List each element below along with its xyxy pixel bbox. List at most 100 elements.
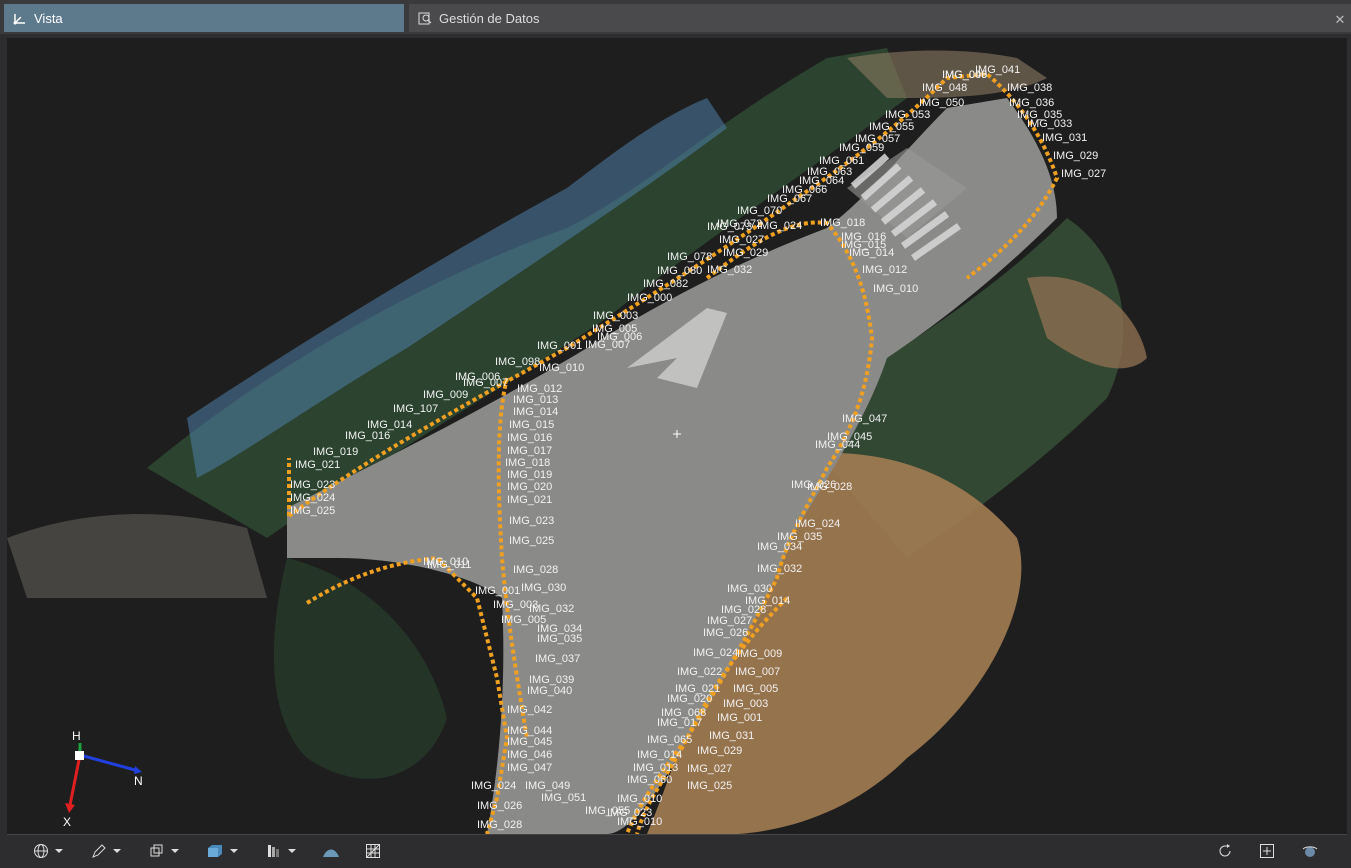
camera-image-label[interactable]: IMG_033 — [1027, 118, 1072, 130]
camera-image-label[interactable]: IMG_026 — [477, 800, 522, 812]
camera-image-label[interactable]: IMG_027 — [707, 615, 752, 627]
camera-image-label[interactable]: IMG_044 — [815, 439, 860, 451]
camera-image-label[interactable]: IMG_029 — [723, 247, 768, 259]
camera-image-label[interactable]: IMG_029 — [697, 745, 742, 757]
camera-image-label[interactable]: IMG_030 — [521, 582, 566, 594]
camera-image-label[interactable]: IMG_021 — [295, 459, 340, 471]
reset-rotation-button[interactable] — [1217, 841, 1233, 861]
camera-image-label[interactable]: IMG_020 — [507, 481, 552, 493]
camera-image-label[interactable]: IMG_028 — [513, 564, 558, 576]
tab-vista[interactable]: Vista — [4, 4, 404, 32]
camera-image-label[interactable]: IMG_047 — [507, 762, 552, 774]
camera-image-label[interactable]: IMG_031 — [709, 730, 754, 742]
camera-image-label[interactable]: IMG_025 — [687, 780, 732, 792]
camera-image-label[interactable]: IMG_048 — [922, 82, 967, 94]
camera-image-label[interactable]: IMG_009 — [423, 389, 468, 401]
zoom-extents-button[interactable] — [1259, 841, 1275, 861]
solid-view-button[interactable] — [206, 841, 238, 861]
camera-image-label[interactable]: IMG_073 — [707, 221, 752, 233]
camera-image-label[interactable]: IMG_007 — [463, 377, 508, 389]
camera-image-label[interactable]: IMG_021 — [507, 494, 552, 506]
camera-image-label[interactable]: IMG_040 — [527, 685, 572, 697]
camera-image-label[interactable]: IMG_013 — [633, 762, 678, 774]
camera-image-label[interactable]: IMG_019 — [313, 446, 358, 458]
camera-image-label[interactable]: IMG_023 — [290, 479, 335, 491]
camera-image-label[interactable]: IMG_013 — [513, 394, 558, 406]
camera-image-label[interactable]: IMG_016 — [345, 430, 390, 442]
camera-image-label[interactable]: IMG_050 — [919, 97, 964, 109]
camera-image-label[interactable]: IMG_045 — [507, 736, 552, 748]
camera-image-label[interactable]: IMG_018 — [820, 217, 865, 229]
camera-image-label[interactable]: IMG_015 — [509, 419, 554, 431]
camera-image-label[interactable]: IMG_047 — [842, 413, 887, 425]
camera-image-label[interactable]: IMG_036 — [1009, 97, 1054, 109]
camera-image-label[interactable]: IMG_024 — [471, 780, 516, 792]
camera-image-label[interactable]: IMG_034 — [757, 541, 802, 553]
camera-image-label[interactable]: IMG_027 — [1061, 168, 1106, 180]
camera-image-label[interactable]: IMG_065 — [647, 734, 692, 746]
camera-image-label[interactable]: IMG_051 — [541, 792, 586, 804]
camera-image-label[interactable]: IMG_080 — [657, 265, 702, 277]
camera-image-label[interactable]: IMG_014 — [849, 247, 894, 259]
camera-image-label[interactable]: IMG_059 — [839, 142, 884, 154]
camera-image-label[interactable]: IMG_017 — [507, 445, 552, 457]
measure-tool-button[interactable] — [91, 841, 121, 861]
camera-image-label[interactable]: IMG_007 — [585, 339, 630, 351]
camera-image-label[interactable]: IMG_042 — [507, 704, 552, 716]
point-cloud-canvas[interactable]: IMG_046IMG_041IMG_048 IMG_038IMG_050 IMG_0… — [7, 38, 1347, 834]
camera-image-label[interactable]: IMG_017 — [657, 717, 702, 729]
camera-image-label[interactable]: IMG_098 — [495, 356, 540, 368]
camera-image-label[interactable]: IMG_009 — [737, 648, 782, 660]
camera-image-label[interactable]: IMG_024 — [757, 220, 802, 232]
camera-image-label[interactable]: IMG_028 — [477, 819, 522, 831]
grid-button[interactable] — [365, 841, 381, 861]
camera-image-label[interactable]: IMG_107 — [393, 403, 438, 415]
camera-image-label[interactable]: IMG_025 — [290, 505, 335, 517]
camera-image-label[interactable]: IMG_018 — [505, 457, 550, 469]
camera-image-label[interactable]: IMG_026 — [791, 479, 836, 491]
camera-image-label[interactable]: IMG_027 — [687, 763, 732, 775]
camera-image-label[interactable]: IMG_027 — [719, 234, 764, 246]
camera-image-label[interactable]: IMG_078 — [667, 251, 712, 263]
render-mode-button[interactable] — [33, 841, 63, 861]
camera-image-label[interactable]: IMG_049 — [525, 780, 570, 792]
orbit-button[interactable] — [1301, 841, 1319, 861]
camera-image-label[interactable]: IMG_001 — [537, 340, 582, 352]
camera-image-label[interactable]: IMG_005 — [733, 683, 778, 695]
camera-image-label[interactable]: IMG_007 — [735, 666, 780, 678]
camera-image-label[interactable]: IMG_038 — [1007, 82, 1052, 94]
camera-image-label[interactable]: IMG_003 — [723, 698, 768, 710]
close-icon[interactable]: ✕ — [1333, 13, 1347, 27]
camera-image-label[interactable]: IMG_032 — [707, 264, 752, 276]
camera-image-label[interactable]: IMG_032 — [757, 563, 802, 575]
camera-image-label[interactable]: IMG_029 — [1053, 150, 1098, 162]
terrain-button[interactable] — [322, 841, 340, 861]
camera-image-label[interactable]: IMG_024 — [693, 647, 738, 659]
camera-image-label[interactable]: IMG_016 — [507, 432, 552, 444]
camera-image-label[interactable]: IMG_010 — [617, 793, 662, 805]
camera-image-label[interactable]: IMG_030 — [727, 583, 772, 595]
camera-image-label[interactable]: IMG_001 — [475, 585, 520, 597]
camera-image-label[interactable]: IMG_010 — [539, 362, 584, 374]
camera-image-label[interactable]: IMG_024 — [795, 518, 840, 530]
camera-image-label[interactable]: IMG_023 — [509, 515, 554, 527]
camera-image-label[interactable]: IMG_024 — [290, 492, 335, 504]
camera-image-label[interactable]: IMG_009 — [942, 69, 987, 81]
camera-image-label[interactable]: IMG_019 — [507, 469, 552, 481]
camera-image-label[interactable]: IMG_014 — [513, 406, 558, 418]
camera-image-label[interactable]: IMG_031 — [1042, 132, 1087, 144]
camera-image-label[interactable]: IMG_046 — [507, 749, 552, 761]
camera-image-label[interactable]: IMG_010 — [617, 816, 662, 828]
view-cube-button[interactable] — [149, 841, 179, 861]
camera-image-label[interactable]: IMG_060 — [627, 774, 672, 786]
camera-image-label[interactable]: IMG_082 — [643, 278, 688, 290]
tab-gestion-datos[interactable]: Gestión de Datos ✕ — [409, 4, 1351, 32]
camera-image-label[interactable]: IMG_037 — [535, 653, 580, 665]
camera-image-label[interactable]: IMG_001 — [717, 712, 762, 724]
color-ramp-button[interactable] — [266, 841, 296, 861]
camera-image-label[interactable]: IMG_055 — [869, 121, 914, 133]
camera-image-label[interactable]: IMG_010 — [873, 283, 918, 295]
camera-image-label[interactable]: IMG_022 — [677, 666, 722, 678]
point-cloud-viewport[interactable]: IMG_046 IMG_041 IMG_048 IMG_038 IMG_050 IMG_0… — [7, 38, 1347, 834]
camera-image-label[interactable]: IMG_070 — [737, 205, 782, 217]
